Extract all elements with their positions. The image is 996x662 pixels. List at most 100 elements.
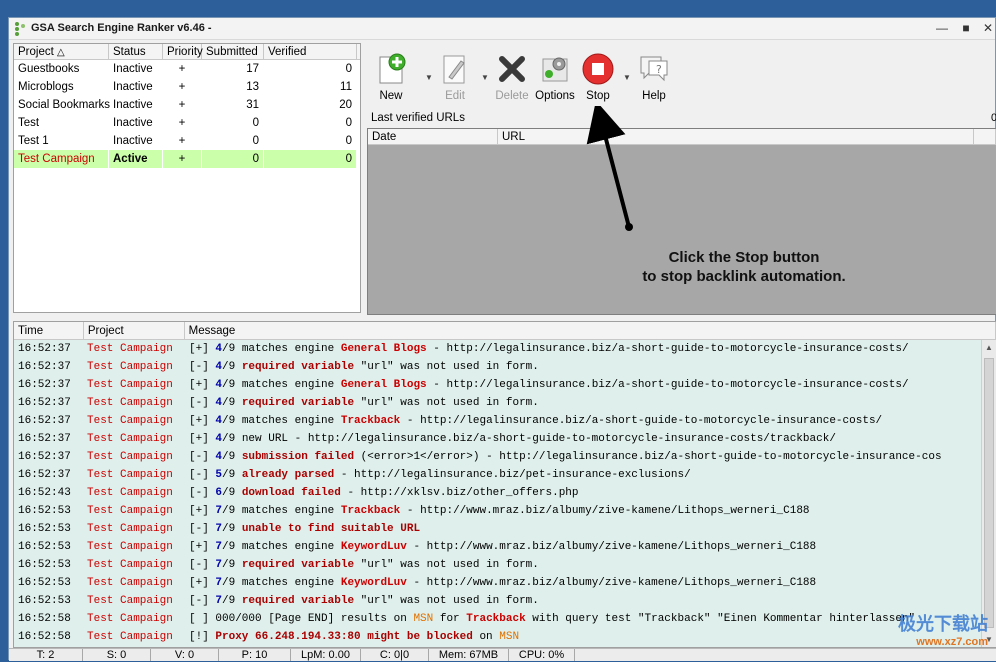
log-row[interactable]: 16:52:37 Test Campaign [+] 4/9 matches eng… [14,412,996,430]
log-message-part: /9 [222,523,242,535]
edit-dropdown-arrow[interactable]: ▼ [481,73,489,82]
project-status: Active [109,150,163,168]
log-message-part: [+] [189,433,216,445]
project-list[interactable]: Project △ Status Priority Submitted Veri… [13,43,361,313]
project-verified: 0 [264,60,357,78]
scroll-thumb[interactable] [984,358,994,628]
log-message: [ ] 000/000 [Page END] results on MSN fo… [185,610,915,628]
project-name: Test [14,114,109,132]
log-row[interactable]: 16:52:37 Test Campaign [-] 5/9 already par… [14,466,996,484]
log-message-part: /9 [222,397,242,409]
log-project: Test Campaign [87,451,173,463]
log-row[interactable]: 16:52:43 Test Campaign [-] 6/9 download fa… [14,484,996,502]
log-message-part: for [433,613,467,625]
project-row[interactable]: Social Bookmarks Inactive +31 20 [14,96,360,114]
project-verified: 11 [264,78,357,96]
log-project: Test Campaign [87,595,173,607]
log-row[interactable]: 16:52:37 Test Campaign [+] 4/9 matches eng… [14,376,996,394]
project-row[interactable]: Guestbooks Inactive +17 0 [14,60,360,78]
log-row[interactable]: 16:52:37 Test Campaign [+] 4/9 new URL - h… [14,430,996,448]
close-button[interactable]: ✕ [979,20,996,36]
log-row[interactable]: 16:52:53 Test Campaign [+] 7/9 matches eng… [14,538,996,556]
log-scrollbar[interactable]: ▲ ▼ [981,340,996,647]
log-time: 16:52:43 [18,487,71,499]
log-message-part: already parsed [241,469,335,481]
log-row[interactable]: 16:52:53 Test Campaign [+] 7/9 matches eng… [14,574,996,592]
log-row[interactable]: 16:52:58 Test Campaign [!] Proxy 66.248.19… [14,628,996,646]
log-message-part: KeywordLuv [340,541,407,553]
log-time: 16:52:53 [18,541,71,553]
log-message-part: - http://xklsv.biz/other_offers.php [340,487,579,499]
log-row[interactable]: 16:52:53 Test Campaign [-] 7/9 unable to f… [14,520,996,538]
help-button[interactable]: ? Help [632,53,676,102]
status-captcha: C: 0|0 [361,649,429,661]
log-message: [+] 7/9 matches engine Trackback - http:… [185,502,810,520]
col-date[interactable]: Date [368,129,498,144]
project-row[interactable]: Test Campaign Active +0 0 [14,150,360,168]
log-project: Test Campaign [87,361,173,373]
log-row[interactable]: 16:52:37 Test Campaign [-] 4/9 submission … [14,448,996,466]
project-name: Guestbooks [14,60,109,78]
annotation-line-2: to stop backlink automation. [642,268,846,285]
log-message-part: /9 matches engine [222,415,341,427]
log-panel[interactable]: Time Project Message 16:52:37 Test Campai… [13,321,996,648]
col-verified[interactable]: Verified [264,44,357,59]
log-message-part: - http://www.mraz.biz/albumy/zive-kamene… [400,505,810,517]
log-message-part: /9 matches engine [222,541,341,553]
col-time[interactable]: Time [14,322,84,339]
log-row[interactable]: 16:52:37 Test Campaign [-] 4/9 required va… [14,358,996,376]
delete-label: Delete [495,90,529,102]
log-row[interactable]: 16:52:53 Test Campaign [-] 7/9 required va… [14,592,996,610]
col-url[interactable]: URL [498,129,974,144]
log-message: [-] 7/9 required variable "url" was not … [185,556,539,574]
scroll-up-icon[interactable]: ▲ [982,340,996,355]
minimize-button[interactable]: — [933,20,951,36]
log-time: 16:52:53 [18,523,71,535]
project-submitted: 13 [202,78,264,96]
log-message: [-] 4/9 required variable "url" was not … [185,394,539,412]
log-header: Time Project Message [14,322,996,340]
log-time: 16:52:53 [18,559,71,571]
col-project[interactable]: Project △ [14,44,109,59]
delete-button[interactable]: Delete [490,53,534,102]
log-message: [!] Proxy 66.248.194.33:80 might be bloc… [185,628,519,646]
log-time: 16:52:53 [18,595,71,607]
project-row[interactable]: Microblogs Inactive +13 11 [14,78,360,96]
log-message: [+] 7/9 matches engine KeywordLuv - http… [185,574,816,592]
edit-button[interactable]: Edit [433,53,477,102]
log-message-part: [-] [189,523,216,535]
new-dropdown-arrow[interactable]: ▼ [425,73,433,82]
app-window: GSA Search Engine Ranker v6.46 - — ■ ✕ P… [8,17,996,661]
col-submitted[interactable]: Submitted [202,44,264,59]
project-priority: + [163,60,202,78]
project-row[interactable]: Test Inactive +0 0 [14,114,360,132]
app-logo-icon [15,22,25,36]
log-row[interactable]: 16:52:53 Test Campaign [-] 7/9 required va… [14,556,996,574]
log-row[interactable]: 16:52:37 Test Campaign [+] 4/9 matches eng… [14,340,996,358]
log-project: Test Campaign [87,343,173,355]
col-log-project[interactable]: Project [84,322,185,339]
new-button[interactable]: New [369,53,413,102]
stop-button[interactable]: Stop [576,53,620,102]
log-message-part: /9 [222,487,242,499]
log-message-part: General Blogs [340,343,427,355]
options-button[interactable]: Options [533,53,577,102]
project-row[interactable]: Test 1 Inactive +0 0 [14,132,360,150]
col-priority[interactable]: Priority [163,44,203,59]
col-message[interactable]: Message [185,322,996,339]
log-row[interactable]: 16:52:58 Test Campaign [ ] 000/000 [Page E… [14,610,996,628]
log-message-part: on [472,631,500,643]
maximize-button[interactable]: ■ [957,20,975,36]
log-message-part: - http://legalinsurance.biz/a-short-guid… [426,343,909,355]
col-status[interactable]: Status [109,44,163,59]
options-gear-icon [542,57,568,82]
log-row[interactable]: 16:52:53 Test Campaign [+] 7/9 matches eng… [14,502,996,520]
verified-urls-grid[interactable]: Date URL [367,128,996,315]
project-priority: + [163,150,202,168]
stop-dropdown-arrow[interactable]: ▼ [623,73,631,82]
log-row[interactable]: 16:52:37 Test Campaign [-] 4/9 required va… [14,394,996,412]
log-message-part: [-] [189,397,216,409]
log-message: [-] 7/9 unable to find suitable URL [185,520,420,538]
log-message-part: "url" was not used in form. [354,595,539,607]
log-message: [-] 5/9 already parsed - http://legalins… [185,466,691,484]
